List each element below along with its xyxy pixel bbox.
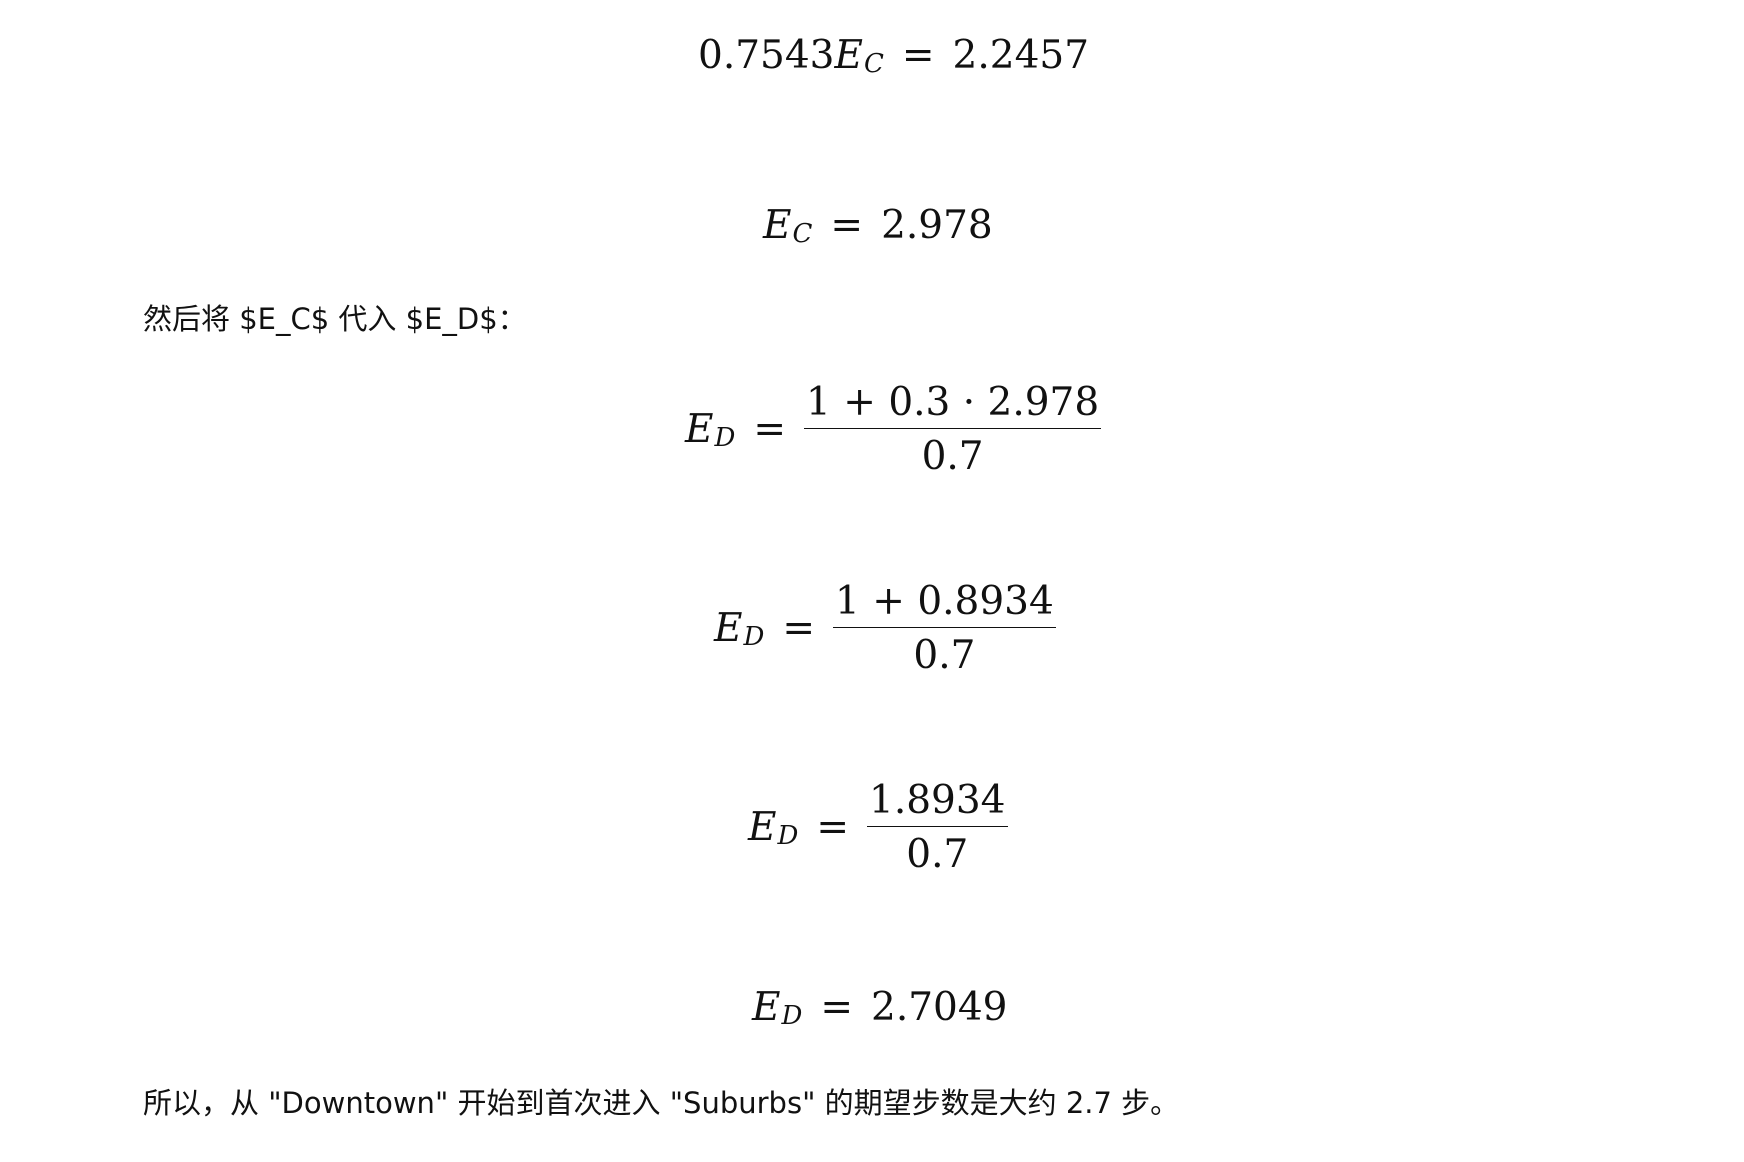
equation-3: ED = 1 + 0.3 · 2.978 0.7 (685, 383, 1102, 479)
eq2-equals: = (830, 203, 864, 248)
eq1-variable: E (834, 33, 863, 78)
eq5-numerator: 1.8934 (867, 781, 1008, 827)
eq5-variable: E (748, 805, 777, 850)
eq3-denominator: 0.7 (921, 434, 984, 479)
eq4-fraction: 1 + 0.8934 0.7 (833, 582, 1056, 675)
eq3-fraction: 1 + 0.3 · 2.978 0.7 (804, 383, 1102, 479)
eq6-equals: = (820, 985, 854, 1030)
equation-1: 0.7543 E C = 2.2457 (698, 33, 1090, 79)
eq3-subscript: D (714, 422, 736, 453)
conclusion-text: 所以，从 "Downtown" 开始到首次进入 "Suburbs" 的期望步数是… (143, 1086, 1180, 1120)
eq2-rhs: 2.978 (881, 203, 993, 248)
eq4-denominator: 0.7 (913, 633, 976, 678)
eq6-rhs: 2.7049 (871, 985, 1008, 1030)
eq2-subscript: C (792, 218, 813, 249)
eq1-equals: = (901, 33, 935, 78)
equation-5: ED = 1.8934 0.7 (748, 781, 1008, 874)
substitute-text: 然后将 $E_C$ 代入 $E_D$： (143, 302, 527, 336)
eq1-subscript: C (863, 48, 884, 79)
eq1-rhs: 2.2457 (952, 33, 1090, 78)
eq6-variable: E (752, 985, 781, 1030)
eq5-subscript: D (777, 820, 799, 851)
equation-6: ED = 2.7049 (752, 985, 1008, 1031)
equation-2: EC = 2.978 (763, 203, 993, 249)
eq4-variable: E (714, 606, 743, 651)
eq1-coefficient: 0.7543 (698, 33, 835, 78)
eq4-equals: = (782, 606, 816, 651)
eq3-equals: = (753, 407, 787, 452)
eq5-denominator: 0.7 (906, 832, 969, 877)
eq6-subscript: D (781, 1000, 803, 1031)
eq3-variable: E (685, 407, 714, 452)
eq5-equals: = (816, 805, 850, 850)
equation-4: ED = 1 + 0.8934 0.7 (714, 582, 1056, 675)
eq2-variable: E (763, 203, 792, 248)
eq4-numerator: 1 + 0.8934 (833, 582, 1056, 628)
eq3-numerator: 1 + 0.3 · 2.978 (804, 383, 1102, 429)
eq4-subscript: D (743, 621, 765, 652)
eq5-fraction: 1.8934 0.7 (867, 781, 1008, 877)
